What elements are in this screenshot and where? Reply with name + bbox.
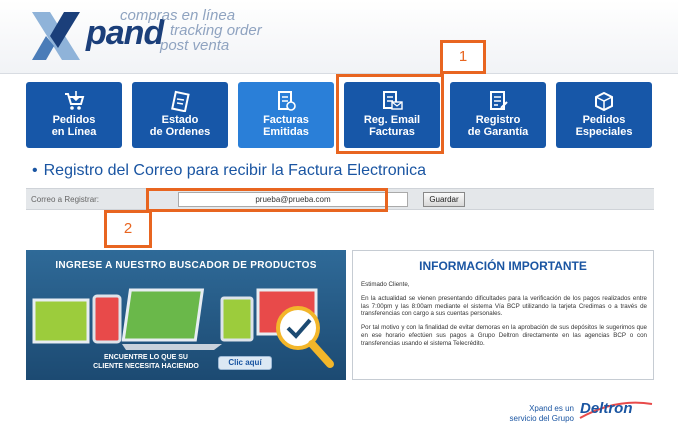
save-button[interactable]: Guardar (423, 192, 465, 207)
page-title: • Registro del Correo para recibir la Fac… (32, 162, 426, 180)
deltron-logo: Deltron (580, 400, 633, 417)
info-paragraph: Por tal motivo y con la finalidad de evi… (361, 324, 647, 347)
nav-tile-label: Estado de Ordenes (149, 114, 211, 138)
page-title-text: Registro del Correo para recibir la Fact… (43, 162, 426, 179)
nav-tile-label: Pedidos Especiales (575, 114, 633, 138)
callout-highlight-2 (146, 188, 388, 212)
banner-note: ENCUENTRE LO QUE SU CLIENTE NECESITA HAC… (93, 354, 199, 370)
callout-badge-2: 2 (104, 210, 152, 248)
nav-tile-pedidos-especiales[interactable]: Pedidos Especiales (556, 82, 652, 148)
info-body: Estimado Cliente, En la actualidad se vi… (361, 281, 647, 354)
nav-tile-facturas-emitidas[interactable]: Facturas Emitidas (238, 82, 334, 148)
tagline-line: tracking order (170, 22, 262, 39)
nav-tile-estado-de-ordenes[interactable]: Estado de Ordenes (132, 82, 228, 148)
invoice-icon (278, 91, 296, 111)
header: pand compras en línea tracking order pos… (0, 0, 678, 74)
box-icon (595, 91, 613, 112)
nav-tile-pedidos-en-linea[interactable]: Pedidos en Línea (26, 82, 122, 148)
info-greeting: Estimado Cliente, (361, 281, 410, 288)
email-field-label: Correo a Registrar: (31, 195, 100, 204)
click-here-button[interactable]: Clic aquí (218, 356, 272, 370)
info-paragraph: En la actualidad se vienen presentando d… (361, 294, 647, 318)
nav-tile-label: Facturas Emitidas (263, 114, 309, 138)
footer-text: Xpand es un servicio del Grupo (509, 404, 574, 423)
bullet-icon: • (32, 162, 38, 179)
tagline-line: compras en línea (120, 7, 236, 24)
info-title: INFORMACIÓN IMPORTANTE (419, 259, 587, 273)
callout-badge-1: 1 (440, 40, 486, 74)
xpand-x-logo-icon (32, 12, 80, 60)
clipboard-icon (171, 90, 190, 112)
info-panel: INFORMACIÓN IMPORTANTE Estimado Cliente,… (352, 250, 654, 380)
nav-tile-registro-de-garantia[interactable]: Registro de Garantía (450, 82, 546, 148)
warranty-icon (490, 91, 508, 110)
callout-highlight-1 (336, 74, 444, 154)
tagline-line: post venta (160, 37, 230, 54)
cart-icon (65, 91, 85, 110)
nav-tile-label: Registro de Garantía (467, 114, 529, 138)
tagline: compras en línea tracking order post ven… (120, 8, 262, 53)
product-search-banner[interactable]: INGRESE A NUESTRO BUSCADOR DE PRODUCTOS … (26, 250, 346, 380)
nav-tile-label: Pedidos en Línea (51, 114, 97, 138)
